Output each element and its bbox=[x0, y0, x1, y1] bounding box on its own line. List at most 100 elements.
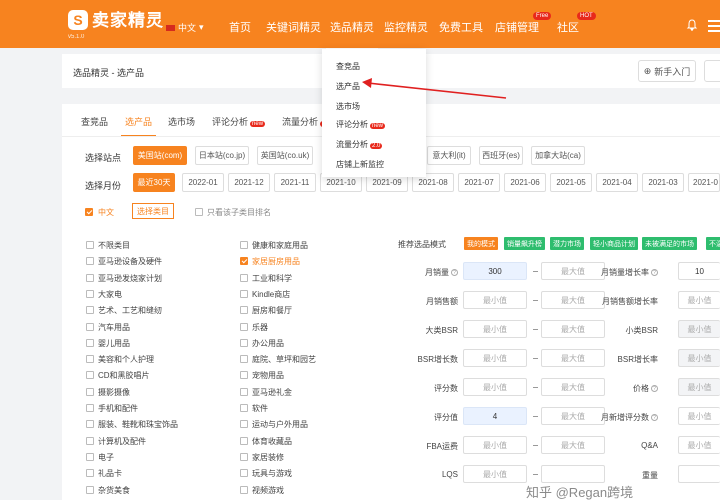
category-checkbox[interactable] bbox=[240, 355, 248, 364]
filter-min-input[interactable]: 最小值 bbox=[678, 407, 720, 425]
dropdown-item-competitor[interactable]: 查竞品 bbox=[336, 61, 360, 72]
station-ca[interactable]: 加拿大站(ca) bbox=[531, 146, 585, 165]
filter-min-input[interactable]: 最小值 bbox=[678, 320, 720, 338]
category-checkbox[interactable] bbox=[240, 420, 248, 429]
category-checkbox[interactable] bbox=[86, 273, 94, 282]
category-checkbox[interactable] bbox=[86, 452, 94, 461]
dropdown-item-review-analysis[interactable]: 评论分析 new bbox=[336, 119, 386, 130]
month-option[interactable]: 2021-11 bbox=[274, 173, 316, 192]
lang-checkbox[interactable] bbox=[85, 208, 93, 216]
category-checkbox[interactable] bbox=[240, 452, 248, 461]
category-checkbox[interactable] bbox=[240, 485, 248, 494]
tab-select-market[interactable]: 选市场 bbox=[168, 115, 195, 128]
nav-product-selection[interactable]: 选品精灵 bbox=[326, 19, 378, 51]
category-checkbox[interactable] bbox=[86, 420, 94, 429]
nav-monitor[interactable]: 监控精灵 bbox=[384, 19, 428, 35]
filter-min-input[interactable]: 300 bbox=[463, 262, 527, 280]
recommend-mode-tag[interactable]: 潜力市场 bbox=[550, 237, 584, 250]
recommend-mode-tag[interactable]: 不温 bbox=[706, 237, 720, 250]
tab-select-product[interactable]: 选产品 bbox=[120, 115, 157, 137]
tab-review-analysis[interactable]: 评论分析 new bbox=[212, 115, 266, 128]
filter-max-input[interactable]: 最大值 bbox=[541, 349, 605, 367]
filter-max-input[interactable] bbox=[541, 465, 605, 483]
filter-min-input[interactable]: 最小值 bbox=[463, 320, 527, 338]
dropdown-item-traffic-analysis[interactable]: 流量分析 2.0 bbox=[336, 139, 383, 150]
category-checkbox[interactable] bbox=[86, 404, 94, 412]
category-checkbox[interactable] bbox=[240, 273, 248, 282]
category-checkbox[interactable] bbox=[86, 436, 94, 445]
station-jp[interactable]: 日本站(co.jp) bbox=[195, 146, 249, 165]
brand-logo[interactable]: S 卖家精灵 bbox=[68, 10, 164, 30]
only-subcategory-checkbox[interactable] bbox=[195, 208, 203, 216]
station-es[interactable]: 西班牙(es) bbox=[479, 146, 523, 165]
category-checkbox[interactable] bbox=[240, 306, 248, 315]
filter-max-input[interactable]: 最大值 bbox=[541, 291, 605, 309]
novice-guide-button[interactable]: ⊕ 新手入门 bbox=[638, 60, 696, 82]
filter-min-input[interactable]: 最小值 bbox=[678, 291, 720, 309]
category-checkbox[interactable] bbox=[86, 387, 94, 396]
filter-min-input[interactable]: 4 bbox=[463, 407, 527, 425]
month-option[interactable]: 2022-01 bbox=[182, 173, 224, 192]
category-checkbox[interactable] bbox=[240, 241, 248, 249]
category-checkbox[interactable] bbox=[86, 241, 94, 249]
recommend-mode-tag[interactable]: 销量飙升榜 bbox=[504, 237, 545, 250]
filter-max-input[interactable]: 最大值 bbox=[541, 436, 605, 454]
filter-max-input[interactable]: 最大值 bbox=[541, 407, 605, 425]
select-category-button[interactable]: 选择类目 bbox=[132, 203, 174, 219]
category-checkbox[interactable] bbox=[240, 338, 248, 347]
dropdown-item-store-monitor[interactable]: 店铺上新监控 bbox=[336, 159, 384, 170]
filter-min-input[interactable]: 最小值 bbox=[678, 436, 720, 454]
filter-min-input[interactable] bbox=[678, 465, 720, 483]
nav-community[interactable]: 社区 HOT bbox=[557, 12, 596, 35]
month-option[interactable]: 2021-04 bbox=[596, 173, 638, 192]
month-option[interactable]: 2021-12 bbox=[228, 173, 270, 192]
category-checkbox[interactable] bbox=[240, 436, 248, 445]
category-checkbox[interactable] bbox=[240, 289, 248, 298]
month-option[interactable]: 2021-03 bbox=[642, 173, 684, 192]
month-recent-30[interactable]: 最近30天 bbox=[133, 173, 175, 192]
month-option[interactable]: 2021-06 bbox=[504, 173, 546, 192]
language-selector[interactable]: 中文 ▾ bbox=[166, 21, 204, 34]
station-uk[interactable]: 英国站(co.uk) bbox=[257, 146, 313, 165]
filter-min-input[interactable]: 最小值 bbox=[463, 465, 527, 483]
dropdown-item-select-market[interactable]: 选市场 bbox=[336, 101, 360, 112]
category-checkbox[interactable] bbox=[240, 322, 248, 331]
category-checkbox[interactable] bbox=[240, 371, 248, 380]
recommend-mode-tag[interactable]: 未被满足的市场 bbox=[642, 237, 697, 250]
filter-max-input[interactable]: 最大值 bbox=[541, 262, 605, 280]
dropdown-item-select-product[interactable]: 选产品 bbox=[336, 81, 360, 92]
category-checkbox[interactable] bbox=[86, 355, 94, 364]
bell-icon[interactable] bbox=[686, 19, 698, 31]
filter-min-input[interactable]: 最小值 bbox=[463, 291, 527, 309]
tab-competitor[interactable]: 查竞品 bbox=[81, 115, 108, 128]
tab-traffic-analysis[interactable]: 流量分析2 bbox=[282, 115, 328, 128]
filter-max-input[interactable]: 最大值 bbox=[541, 320, 605, 338]
filter-min-input[interactable]: 最小值 bbox=[678, 349, 720, 367]
month-option[interactable]: 2021-05 bbox=[550, 173, 592, 192]
category-checkbox[interactable] bbox=[86, 338, 94, 347]
filter-max-input[interactable]: 最大值 bbox=[541, 378, 605, 396]
station-us[interactable]: 美国站(com) bbox=[133, 146, 187, 165]
nav-home[interactable]: 首页 bbox=[229, 19, 251, 35]
filter-min-input[interactable]: 10 bbox=[678, 262, 720, 280]
category-checkbox[interactable] bbox=[86, 469, 94, 478]
recommend-mode-tag[interactable]: 我的模式 bbox=[464, 237, 498, 250]
filter-min-input[interactable]: 最小值 bbox=[463, 436, 527, 454]
month-option[interactable]: 2021-07 bbox=[458, 173, 500, 192]
category-checkbox[interactable] bbox=[86, 306, 94, 315]
nav-free-tools[interactable]: 免费工具 bbox=[439, 19, 483, 35]
category-checkbox[interactable] bbox=[86, 322, 94, 331]
category-checkbox[interactable] bbox=[86, 257, 94, 266]
filter-min-input[interactable]: 最小值 bbox=[463, 378, 527, 396]
category-checkbox[interactable] bbox=[240, 404, 248, 412]
category-checkbox[interactable] bbox=[86, 289, 94, 298]
recommend-mode-tag[interactable]: 轻小商品计划 bbox=[590, 237, 638, 250]
category-checkbox[interactable] bbox=[86, 485, 94, 494]
nav-keyword[interactable]: 关键词精灵 bbox=[266, 19, 321, 35]
menu-icon[interactable] bbox=[708, 20, 720, 35]
category-checkbox[interactable] bbox=[86, 371, 94, 380]
category-checkbox[interactable] bbox=[240, 387, 248, 396]
filter-min-input[interactable]: 最小值 bbox=[678, 378, 720, 396]
filter-min-input[interactable]: 最小值 bbox=[463, 349, 527, 367]
station-it[interactable]: 意大利(it) bbox=[427, 146, 471, 165]
